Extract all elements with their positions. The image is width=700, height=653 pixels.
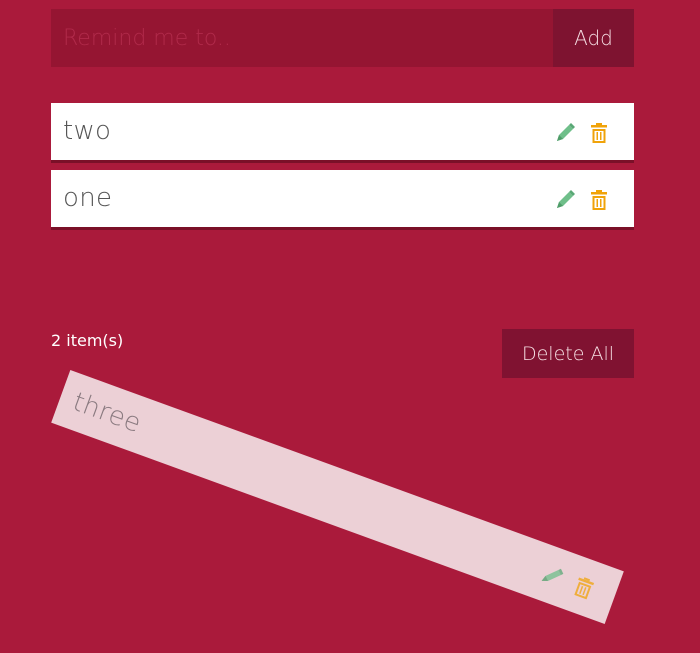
- add-reminder-form: Add: [51, 9, 634, 67]
- todo-item: two: [51, 103, 634, 160]
- todo-item-text: three: [68, 386, 146, 440]
- pencil-icon[interactable]: [538, 562, 566, 590]
- item-count: 2 item(s): [51, 331, 124, 350]
- add-button[interactable]: Add: [553, 9, 634, 67]
- dragging-todo-item[interactable]: three: [51, 369, 624, 625]
- trash-icon[interactable]: [571, 574, 599, 602]
- todo-item: one: [51, 170, 634, 227]
- todo-item-text: two: [63, 116, 112, 146]
- pencil-icon[interactable]: [554, 189, 576, 211]
- trash-icon[interactable]: [589, 122, 611, 144]
- pencil-icon[interactable]: [554, 122, 576, 144]
- reminder-input[interactable]: [51, 9, 553, 67]
- todo-item-text: one: [63, 183, 113, 213]
- trash-icon[interactable]: [589, 189, 611, 211]
- delete-all-button[interactable]: Delete All: [502, 329, 634, 378]
